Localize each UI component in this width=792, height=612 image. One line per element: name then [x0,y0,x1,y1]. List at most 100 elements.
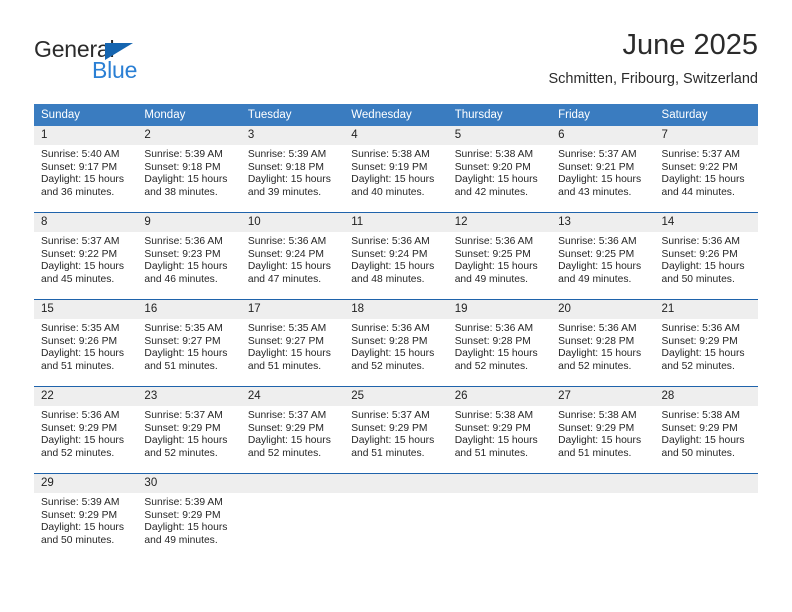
logo-text-blue: Blue [92,57,138,83]
day-details: Sunrise: 5:38 AM Sunset: 9:20 PM Dayligh… [448,145,551,199]
day-number: 4 [344,126,448,145]
day-details: Sunrise: 5:37 AM Sunset: 9:29 PM Dayligh… [241,406,344,460]
sunrise-text: Sunrise: 5:39 AM [144,497,223,508]
daylight-text: Daylight: 15 hours and 46 minutes. [144,261,228,285]
sunrise-text: Sunrise: 5:37 AM [41,236,120,247]
sunrise-text: Sunrise: 5:37 AM [144,410,223,421]
daylight-text: Daylight: 15 hours and 42 minutes. [454,174,538,198]
day-number: 23 [137,387,241,406]
weekday-header-saturday: Saturday [654,104,758,126]
calendar-day-cell[interactable]: 6 Sunrise: 5:37 AM Sunset: 9:21 PM Dayli… [551,126,655,213]
day-number: 3 [240,126,345,145]
day-number: 26 [447,387,552,406]
daylight-text: Daylight: 15 hours and 51 minutes. [41,348,124,372]
sunset-text: Sunset: 9:29 PM [558,422,635,434]
daylight-text: Daylight: 15 hours and 51 minutes. [558,435,642,459]
weekday-header-sunday: Sunday [34,104,138,126]
sunset-text: Sunset: 9:29 PM [661,422,738,434]
calendar-day-cell[interactable]: 22 Sunrise: 5:36 AM Sunset: 9:29 PM Dayl… [34,386,138,474]
daylight-text: Daylight: 15 hours and 49 minutes. [558,261,642,285]
calendar-week-row: 1 Sunrise: 5:40 AM Sunset: 9:17 PM Dayli… [34,126,758,213]
calendar-day-cell[interactable]: 11 Sunrise: 5:36 AM Sunset: 9:24 PM Dayl… [344,212,448,300]
sunrise-text: Sunrise: 5:38 AM [558,410,637,421]
sunrise-text: Sunrise: 5:36 AM [558,323,637,334]
calendar-day-cell[interactable]: 13 Sunrise: 5:36 AM Sunset: 9:25 PM Dayl… [551,212,655,300]
calendar-week-row: 8 Sunrise: 5:37 AM Sunset: 9:22 PM Dayli… [34,212,758,300]
calendar-day-cell[interactable]: 27 Sunrise: 5:38 AM Sunset: 9:29 PM Dayl… [551,386,655,474]
day-details: Sunrise: 5:39 AM Sunset: 9:18 PM Dayligh… [241,145,344,199]
day-number [344,474,448,493]
calendar-day-cell[interactable]: 25 Sunrise: 5:37 AM Sunset: 9:29 PM Dayl… [344,386,448,474]
sunrise-text: Sunrise: 5:36 AM [661,236,740,247]
day-details: Sunrise: 5:38 AM Sunset: 9:19 PM Dayligh… [344,145,447,199]
calendar-day-cell[interactable]: 30 Sunrise: 5:39 AM Sunset: 9:29 PM Dayl… [137,473,241,560]
calendar-day-cell[interactable]: 10 Sunrise: 5:36 AM Sunset: 9:24 PM Dayl… [240,212,345,300]
calendar-day-cell[interactable]: 26 Sunrise: 5:38 AM Sunset: 9:29 PM Dayl… [447,386,552,474]
sunrise-text: Sunrise: 5:39 AM [41,497,120,508]
day-number: 12 [447,213,552,232]
calendar-day-cell[interactable]: 28 Sunrise: 5:38 AM Sunset: 9:29 PM Dayl… [654,386,758,474]
calendar-day-cell[interactable]: 24 Sunrise: 5:37 AM Sunset: 9:29 PM Dayl… [240,386,345,474]
calendar-day-cell-empty [240,473,345,560]
sunrise-text: Sunrise: 5:37 AM [661,149,740,160]
calendar-day-cell[interactable]: 2 Sunrise: 5:39 AM Sunset: 9:18 PM Dayli… [137,126,241,213]
daylight-text: Daylight: 15 hours and 48 minutes. [351,261,435,285]
sunrise-text: Sunrise: 5:35 AM [41,323,120,334]
calendar-day-cell[interactable]: 20 Sunrise: 5:36 AM Sunset: 9:28 PM Dayl… [551,299,655,387]
calendar-day-cell[interactable]: 23 Sunrise: 5:37 AM Sunset: 9:29 PM Dayl… [137,386,241,474]
day-number: 6 [551,126,655,145]
sunset-text: Sunset: 9:28 PM [558,335,635,347]
day-number: 13 [551,213,655,232]
calendar-day-cell[interactable]: 12 Sunrise: 5:36 AM Sunset: 9:25 PM Dayl… [447,212,552,300]
day-details: Sunrise: 5:36 AM Sunset: 9:29 PM Dayligh… [34,406,137,460]
day-number: 10 [240,213,345,232]
sunset-text: Sunset: 9:21 PM [558,161,635,173]
calendar-day-cell[interactable]: 17 Sunrise: 5:35 AM Sunset: 9:27 PM Dayl… [240,299,345,387]
calendar-day-cell-empty [654,473,758,560]
sunrise-text: Sunrise: 5:38 AM [454,410,534,421]
daylight-text: Daylight: 15 hours and 52 minutes. [41,435,124,459]
daylight-text: Daylight: 15 hours and 38 minutes. [144,174,228,198]
daylight-text: Daylight: 15 hours and 52 minutes. [351,348,435,372]
weekday-header-friday: Friday [551,104,655,126]
calendar-day-cell[interactable]: 21 Sunrise: 5:36 AM Sunset: 9:29 PM Dayl… [654,299,758,387]
day-number: 22 [34,387,138,406]
calendar-day-cell[interactable]: 3 Sunrise: 5:39 AM Sunset: 9:18 PM Dayli… [240,126,345,213]
sunset-text: Sunset: 9:18 PM [144,161,221,173]
sunrise-text: Sunrise: 5:35 AM [144,323,223,334]
calendar-day-cell[interactable]: 19 Sunrise: 5:36 AM Sunset: 9:28 PM Dayl… [447,299,552,387]
daylight-text: Daylight: 15 hours and 52 minutes. [661,348,745,372]
calendar-day-cell[interactable]: 16 Sunrise: 5:35 AM Sunset: 9:27 PM Dayl… [137,299,241,387]
calendar-day-cell[interactable]: 9 Sunrise: 5:36 AM Sunset: 9:23 PM Dayli… [137,212,241,300]
sunrise-text: Sunrise: 5:36 AM [144,236,223,247]
day-details: Sunrise: 5:39 AM Sunset: 9:29 PM Dayligh… [137,493,240,547]
day-details: Sunrise: 5:38 AM Sunset: 9:29 PM Dayligh… [655,406,758,460]
sunrise-text: Sunrise: 5:39 AM [247,149,327,160]
calendar-day-cell[interactable]: 5 Sunrise: 5:38 AM Sunset: 9:20 PM Dayli… [447,126,552,213]
sunset-text: Sunset: 9:29 PM [454,422,531,434]
sunrise-text: Sunrise: 5:36 AM [351,236,430,247]
calendar-day-cell[interactable]: 14 Sunrise: 5:36 AM Sunset: 9:26 PM Dayl… [654,212,758,300]
day-number [551,474,655,493]
daylight-text: Daylight: 15 hours and 51 minutes. [247,348,331,372]
calendar-day-cell[interactable]: 18 Sunrise: 5:36 AM Sunset: 9:28 PM Dayl… [344,299,448,387]
calendar-day-cell[interactable]: 1 Sunrise: 5:40 AM Sunset: 9:17 PM Dayli… [34,126,138,213]
calendar-day-cell[interactable]: 8 Sunrise: 5:37 AM Sunset: 9:22 PM Dayli… [34,212,138,300]
calendar-day-cell[interactable]: 4 Sunrise: 5:38 AM Sunset: 9:19 PM Dayli… [344,126,448,213]
calendar-table: Sunday Monday Tuesday Wednesday Thursday… [34,104,758,560]
daylight-text: Daylight: 15 hours and 49 minutes. [144,522,228,546]
daylight-text: Daylight: 15 hours and 51 minutes. [351,435,435,459]
calendar-day-cell[interactable]: 7 Sunrise: 5:37 AM Sunset: 9:22 PM Dayli… [654,126,758,213]
day-details: Sunrise: 5:37 AM Sunset: 9:21 PM Dayligh… [551,145,654,199]
calendar-header-row: Sunday Monday Tuesday Wednesday Thursday… [34,104,758,126]
calendar-day-cell[interactable]: 29 Sunrise: 5:39 AM Sunset: 9:29 PM Dayl… [34,473,138,560]
day-details: Sunrise: 5:36 AM Sunset: 9:29 PM Dayligh… [655,319,758,373]
calendar-day-cell[interactable]: 15 Sunrise: 5:35 AM Sunset: 9:26 PM Dayl… [34,299,138,387]
sunrise-text: Sunrise: 5:37 AM [247,410,327,421]
day-details: Sunrise: 5:37 AM Sunset: 9:29 PM Dayligh… [344,406,447,460]
sunset-text: Sunset: 9:23 PM [144,248,221,260]
sunrise-text: Sunrise: 5:38 AM [454,149,534,160]
calendar-week-row: 22 Sunrise: 5:36 AM Sunset: 9:29 PM Dayl… [34,386,758,474]
day-number [654,474,758,493]
sunset-text: Sunset: 9:22 PM [41,248,118,260]
